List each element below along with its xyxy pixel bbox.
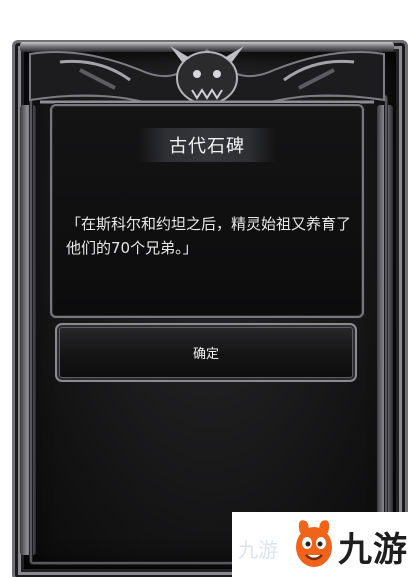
dialog-message: 「在斯科尔和约坦之后，精灵始祖又养育了他们的70个兄弟。」 xyxy=(66,215,352,257)
jiuyou-mascot-icon xyxy=(296,520,332,567)
watermark-faint-text: 九游 xyxy=(238,538,278,562)
watermark-brand-text: 九游 xyxy=(338,530,408,570)
demon-head-crest-icon xyxy=(20,42,394,110)
confirm-button-label: 确定 xyxy=(192,347,219,362)
title-plate: 古代石碑 xyxy=(138,128,276,162)
confirm-button[interactable]: 确定 xyxy=(55,323,357,382)
dialog-title: 古代石碑 xyxy=(169,136,245,157)
game-screen: 古代石碑 「在斯科尔和约坦之后，精灵始祖又养育了他们的70个兄弟。」 确定 九游… xyxy=(0,0,413,577)
watermark: 九游 九游 xyxy=(232,512,413,577)
dialog-panel: 古代石碑 「在斯科尔和约坦之后，精灵始祖又养育了他们的70个兄弟。」 xyxy=(50,104,364,318)
